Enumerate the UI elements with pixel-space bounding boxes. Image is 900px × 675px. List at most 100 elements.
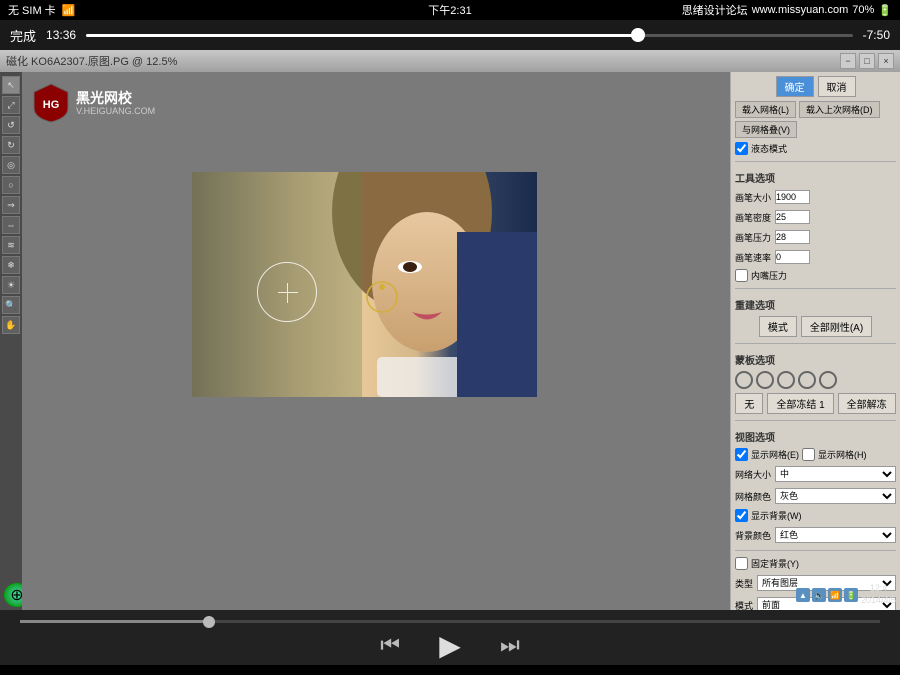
ps-maximize-btn[interactable]: □ (859, 53, 875, 69)
brush-rate-row: 画笔速率 (735, 250, 896, 264)
tool-warp[interactable]: ⤢ (2, 96, 20, 114)
player-thumb[interactable] (203, 616, 215, 628)
tool-select[interactable]: ↖ (2, 76, 20, 94)
status-right: 思绪设计论坛 www.missy​uan.com 70% 🔋 (682, 2, 892, 18)
recons-all-btn[interactable]: 全部刚性(A) (801, 316, 872, 337)
player-buttons: ⏮ ▶ ⏭ (380, 625, 520, 665)
brush-pressure-label: 画笔压力 (735, 231, 771, 244)
mask-icon-4[interactable] (798, 371, 816, 389)
confirm-cancel-row: 确定 取消 (735, 76, 896, 97)
ps-close-btn[interactable]: × (878, 53, 894, 69)
show-mesh-checkbox[interactable] (735, 448, 748, 461)
brush-density-input[interactable] (775, 210, 810, 224)
show-backdrop-checkbox[interactable] (735, 557, 748, 570)
show-mask-checkbox[interactable] (802, 448, 815, 461)
mask-icon-5[interactable] (819, 371, 837, 389)
show-backdrop-row: 固定背景(Y) (735, 557, 896, 570)
hg-shield-icon: HG (32, 82, 70, 124)
progress-track[interactable] (86, 34, 853, 37)
brush-size-input[interactable] (775, 190, 810, 204)
load-last-mesh-tab[interactable]: 载入上次网格(D) (799, 101, 880, 118)
brush-size-label: 画笔大小 (735, 191, 771, 204)
crosshair-h (278, 292, 298, 293)
cancel-button[interactable]: 取消 (818, 76, 856, 97)
tool-pucker[interactable]: ◎ (2, 156, 20, 174)
play-button[interactable]: ▶ (430, 625, 470, 665)
mesh-color-row: 网格颜色 灰色 (735, 488, 896, 504)
mask-icon-row (735, 371, 896, 389)
next-button[interactable]: ⏭ (500, 632, 520, 658)
backdrop-type-label: 类型 (735, 577, 753, 590)
bg-color-row: 背景颜色 红色 (735, 527, 896, 543)
wifi-icon: 📶 (62, 4, 76, 17)
bg-color-select[interactable]: 红色 (775, 527, 896, 543)
brush-rate-label: 画笔速率 (735, 251, 771, 264)
mesh-size-row: 网络大小 中 (735, 466, 896, 482)
battery-icon: 🔋 (878, 4, 892, 17)
progress-thumb[interactable] (631, 28, 645, 42)
mesh-mode-label: 液态模式 (751, 142, 787, 155)
ps-toolbar: ↖ ⤢ ↺ ↻ ◎ ○ ⇒ ⇔ ≋ ❄ ☀ 🔍 ✋ (0, 72, 22, 638)
show-mesh-mode-row: 液态模式 (735, 142, 896, 155)
player-fill (20, 620, 209, 623)
freeze-mesh-label: 显示背景(W) (751, 509, 802, 522)
all-thawed-btn[interactable]: 全部解冻 (838, 393, 896, 414)
overlay-mesh-tab[interactable]: 与网格叠(V) (735, 121, 797, 138)
internal-pressure-label: 内嘴压力 (751, 269, 787, 282)
tool-freeze[interactable]: ❄ (2, 256, 20, 274)
mesh-color-select[interactable]: 灰色 (775, 488, 896, 504)
tool-push[interactable]: ⇒ (2, 196, 20, 214)
mesh-mode-checkbox[interactable] (735, 142, 748, 155)
player-track[interactable] (20, 620, 880, 623)
none-btn[interactable]: 无 (735, 393, 763, 414)
sys-icons: ▲ 🔈 📶 🔋 (796, 588, 858, 602)
svg-text:HG: HG (43, 99, 60, 111)
internal-pressure-checkbox[interactable] (735, 269, 748, 282)
all-frozen-btn[interactable]: 全部冻结 1 (767, 393, 833, 414)
ps-minimize-btn[interactable]: − (840, 53, 856, 69)
canvas-image[interactable] (192, 172, 537, 397)
mask-icon-3[interactable] (777, 371, 795, 389)
tool-reconstruct[interactable]: ↺ (2, 116, 20, 134)
tool-bloat[interactable]: ○ (2, 176, 20, 194)
clock-date: 2014/4/5 (861, 595, 896, 607)
tool-thaw[interactable]: ☀ (2, 276, 20, 294)
taskbar-right: ▲ 🔈 📶 🔋 12:4 2014/4/5 (796, 583, 896, 606)
prev-button[interactable]: ⏮ (380, 632, 400, 658)
tool-twirl[interactable]: ↻ (2, 136, 20, 154)
brush-rate-input[interactable] (775, 250, 810, 264)
progress-fill (86, 34, 638, 37)
brush-pressure-input[interactable] (775, 230, 810, 244)
bg-color-label: 背景颜色 (735, 529, 771, 542)
main-content: 磁化 KO6A2307.原图.PG @ 12.5% − □ × ↖ ⤢ ↺ ↻ … (0, 50, 900, 580)
current-time-label: 13:36 (46, 28, 76, 42)
tab-row: 载入网格(L) 载入上次网格(D) 与网格叠(V) (735, 101, 896, 138)
show-mask-label: 显示网格(H) (818, 448, 867, 461)
mesh-color-label: 网格颜色 (735, 490, 771, 503)
divider-5 (735, 550, 896, 551)
sys-icon-2: 🔈 (812, 588, 826, 602)
status-left: 无 SIM 卡 📶 (8, 2, 75, 18)
mask-icon-2[interactable] (756, 371, 774, 389)
load-mesh-tab[interactable]: 载入网格(L) (735, 101, 796, 118)
tool-mirror[interactable]: ⇔ (2, 216, 20, 234)
website-text: www.missy​uan.com (752, 4, 849, 16)
mesh-size-select[interactable]: 中 (775, 466, 896, 482)
status-bar: 无 SIM 卡 📶 下午2:31 思绪设计论坛 www.missy​uan.co… (0, 0, 900, 20)
mask-btn-row: 无 全部冻结 1 全部解冻 (735, 393, 896, 414)
recons-mode-btn[interactable]: 模式 (759, 316, 797, 337)
ps-window: 磁化 KO6A2307.原图.PG @ 12.5% − □ × ↖ ⤢ ↺ ↻ … (0, 50, 900, 656)
ps-canvas[interactable]: HG 黑光网校 V.HEIGUANG.COM (22, 72, 730, 638)
show-backdrop-label: 固定背景(Y) (751, 557, 799, 570)
battery-text: 70% (852, 4, 874, 16)
mask-icon-1[interactable] (735, 371, 753, 389)
freeze-mesh-checkbox[interactable] (735, 509, 748, 522)
done-button[interactable]: 完成 (10, 26, 36, 45)
tool-hand[interactable]: ✋ (2, 316, 20, 334)
brush-size-row: 画笔大小 (735, 190, 896, 204)
confirm-button[interactable]: 确定 (776, 76, 814, 97)
crosshair-v (287, 283, 288, 303)
tool-turbulence[interactable]: ≋ (2, 236, 20, 254)
recons-section-title: 重建选项 (735, 297, 896, 312)
tool-zoom[interactable]: 🔍 (2, 296, 20, 314)
